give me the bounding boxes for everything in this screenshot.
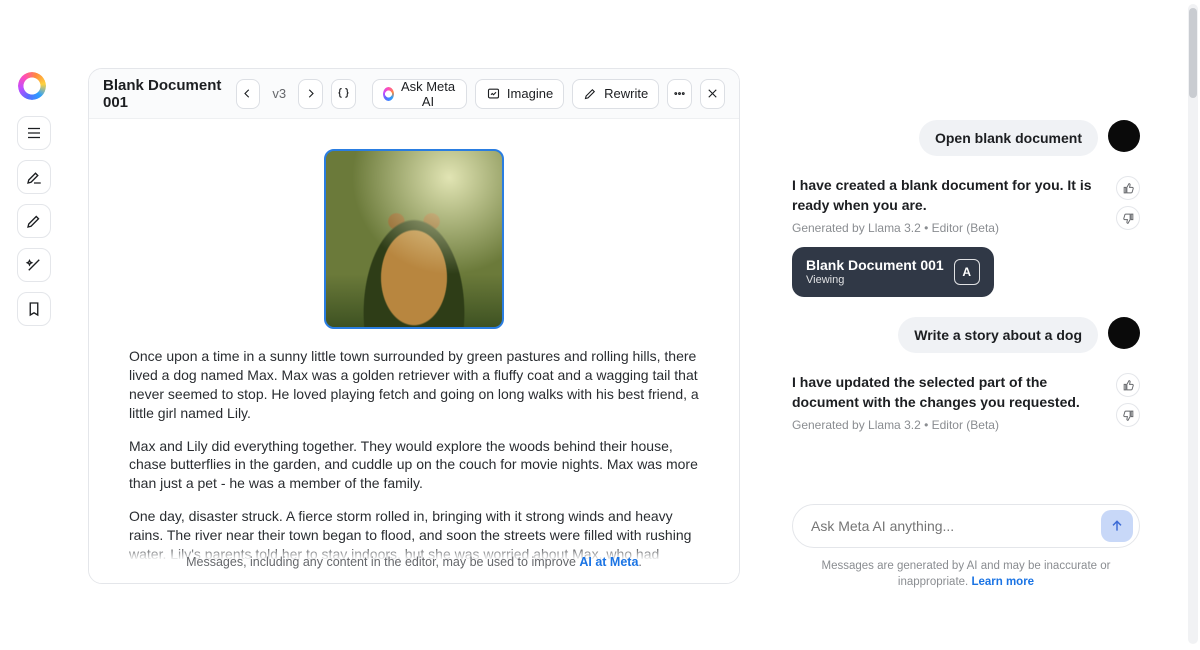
chat-message-user: Open blank document <box>792 120 1140 156</box>
menu-button[interactable] <box>17 116 51 150</box>
chat-message-ai: I have created a blank document for you.… <box>792 176 1140 297</box>
ai-message-meta: Generated by Llama 3.2 • Editor (Beta) <box>792 418 1140 432</box>
code-button[interactable] <box>331 79 356 109</box>
rewrite-label: Rewrite <box>604 86 648 101</box>
close-icon <box>705 86 720 101</box>
more-button[interactable] <box>667 79 692 109</box>
history-next-button[interactable] <box>298 79 323 109</box>
compose-button[interactable] <box>17 160 51 194</box>
arrow-up-icon <box>1109 518 1125 534</box>
chat-input[interactable] <box>811 518 1101 534</box>
send-button[interactable] <box>1101 510 1133 542</box>
disclaimer-link[interactable]: Learn more <box>971 576 1034 588</box>
image-sparkle-icon <box>486 86 501 101</box>
bookmark-icon <box>25 300 43 318</box>
embedded-image[interactable] <box>324 149 504 329</box>
wand-icon <box>25 256 43 274</box>
thumbs-down-icon <box>1122 409 1135 422</box>
document-body[interactable]: Once upon a time in a sunny little town … <box>89 119 739 583</box>
imagine-label: Imagine <box>507 86 553 101</box>
app-logo <box>18 72 46 100</box>
history-prev-button[interactable] <box>236 79 261 109</box>
chat-panel: Open blank document I have created a bla… <box>792 120 1140 590</box>
thumbs-up-icon <box>1122 379 1135 392</box>
meta-ai-ring-icon <box>18 72 46 100</box>
avatar <box>1108 120 1140 152</box>
ask-meta-ai-button[interactable]: Ask Meta AI <box>372 79 467 109</box>
edit-button[interactable] <box>17 204 51 238</box>
scrollbar-thumb[interactable] <box>1189 8 1197 98</box>
compose-icon <box>25 168 43 186</box>
pencil-icon <box>25 212 43 230</box>
thumbs-down-icon <box>1122 212 1135 225</box>
thumbs-down-button[interactable] <box>1116 403 1140 427</box>
braces-icon <box>336 86 351 101</box>
ai-message-meta: Generated by Llama 3.2 • Editor (Beta) <box>792 221 1140 235</box>
meta-ai-ring-icon <box>383 87 394 101</box>
paragraph[interactable]: Max and Lily did everything together. Th… <box>129 437 699 494</box>
chat-disclaimer: Messages are generated by AI and may be … <box>792 558 1140 590</box>
left-rail <box>14 116 54 326</box>
thumbs-down-button[interactable] <box>1116 206 1140 230</box>
rewrite-button[interactable]: Rewrite <box>572 79 659 109</box>
ask-meta-ai-label: Ask Meta AI <box>400 79 456 109</box>
chat-input-bar <box>792 504 1140 548</box>
document-toolbar: Blank Document 001 v3 Ask Meta AI Imagin… <box>89 69 739 119</box>
arrow-right-icon <box>303 86 318 101</box>
footer-link[interactable]: AI at Meta <box>579 555 638 569</box>
version-label: v3 <box>268 86 290 101</box>
document-chip[interactable]: Blank Document 001 Viewing A <box>792 247 994 297</box>
document-footer: Messages, including any content in the e… <box>89 545 739 583</box>
pencil-line-icon <box>583 86 598 101</box>
chip-subtitle: Viewing <box>806 274 944 287</box>
ai-message-text: I have updated the selected part of the … <box>792 373 1140 412</box>
thumbs-up-button[interactable] <box>1116 176 1140 200</box>
disclaimer-text: Messages are generated by AI and may be … <box>822 560 1111 588</box>
chip-title: Blank Document 001 <box>806 257 944 274</box>
document-chip-icon: A <box>954 259 980 285</box>
document-title: Blank Document 001 <box>103 77 224 111</box>
ellipsis-icon <box>672 86 687 101</box>
chat-message-user: Write a story about a dog <box>792 317 1140 353</box>
thumbs-up-icon <box>1122 182 1135 195</box>
user-bubble: Open blank document <box>919 120 1098 156</box>
footer-text: Messages, including any content in the e… <box>186 555 579 569</box>
close-button[interactable] <box>700 79 725 109</box>
paragraph[interactable]: Once upon a time in a sunny little town … <box>129 347 699 423</box>
library-button[interactable] <box>17 292 51 326</box>
chat-message-ai: I have updated the selected part of the … <box>792 373 1140 432</box>
user-bubble: Write a story about a dog <box>898 317 1098 353</box>
document-panel: Blank Document 001 v3 Ask Meta AI Imagin… <box>88 68 740 584</box>
imagine-button[interactable]: Imagine <box>475 79 564 109</box>
wand-button[interactable] <box>17 248 51 282</box>
thumbs-up-button[interactable] <box>1116 373 1140 397</box>
page-scrollbar[interactable] <box>1188 4 1198 644</box>
ai-message-text: I have created a blank document for you.… <box>792 176 1140 215</box>
arrow-left-icon <box>240 86 255 101</box>
avatar <box>1108 317 1140 349</box>
hamburger-icon <box>25 124 43 142</box>
